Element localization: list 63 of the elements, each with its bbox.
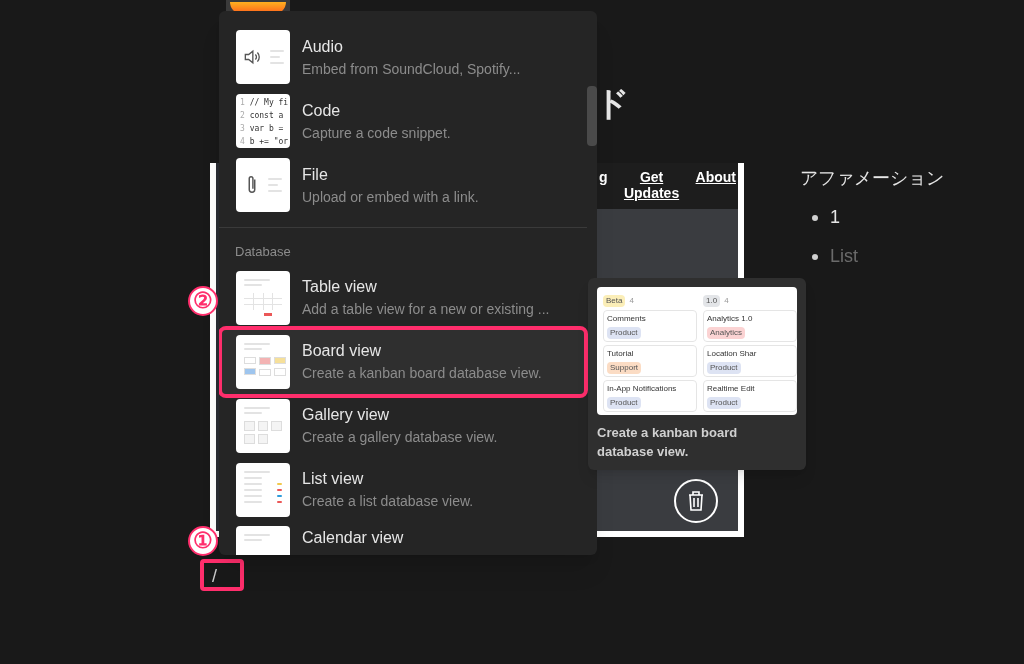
table-thumbnail — [236, 270, 290, 325]
menu-item-title: Calendar view — [302, 527, 404, 548]
slash-input[interactable]: / — [200, 559, 244, 591]
menu-item-title: List view — [302, 469, 365, 489]
card-tag: Product — [607, 397, 641, 409]
nav-link[interactable]: Get Updates — [617, 169, 686, 201]
card-tag: Support — [607, 362, 642, 374]
menu-item-title: File — [302, 164, 329, 185]
menu-item-description: Upload or embed with a link. — [302, 187, 479, 207]
menu-item[interactable]: List view Create a list database view. — [222, 457, 584, 522]
section-label: Database — [234, 243, 292, 261]
menu-item-description: Create a list database view. — [302, 492, 474, 511]
nav-link[interactable]: About — [695, 169, 736, 185]
menu-item-description: Capture a code snippet. — [302, 123, 451, 143]
menu-item-title: Gallery view — [302, 405, 391, 425]
section-heading: アファメーション — [800, 167, 944, 190]
bullet-text: 1 — [830, 206, 840, 229]
card-tag: Analytics — [707, 327, 745, 339]
scrollbar-thumb[interactable] — [587, 86, 597, 146]
menu-item[interactable]: File Upload or embed with a link. — [222, 153, 584, 217]
file-thumbnail — [236, 158, 290, 212]
trash-icon — [687, 490, 705, 512]
menu-item-title: Audio — [302, 36, 344, 57]
step-number-marker: ② — [188, 286, 218, 316]
menu-item-description: Create a kanban board database view. — [302, 364, 542, 383]
gallery-thumbnail — [236, 398, 290, 453]
card-tag: Product — [707, 397, 741, 409]
tooltip-description: Create a kanban board database view. — [597, 424, 739, 461]
board-thumbnail — [236, 334, 290, 389]
card-tag: Product — [707, 362, 741, 374]
column-count: 4 — [629, 295, 634, 307]
menu-item-title: Code — [302, 100, 342, 121]
menu-item[interactable]: Audio Embed from SoundCloud, Spotify... — [222, 25, 584, 89]
column-tag: 1.0 — [703, 295, 721, 307]
code-line: 2 const a — [240, 111, 285, 121]
card-title: Analytics 1.0 — [707, 313, 754, 325]
page-title: ド — [595, 83, 630, 124]
trash-button[interactable] — [674, 479, 718, 523]
step-number-marker: ① — [188, 526, 218, 556]
menu-item-description: Add a table view for a new or existing ... — [302, 300, 550, 319]
column-count: 4 — [724, 295, 729, 307]
list-thumbnail — [236, 462, 290, 517]
code-line: 1 // My fi — [240, 98, 286, 108]
menu-item-description: Create a gallery database view. — [302, 428, 498, 447]
menu-item-description: Embed from SoundCloud, Spotify... — [302, 59, 521, 79]
menu-item[interactable]: 1 // My fi 2 const a 3 var b = 4 b += "or Code Capture a code snippet. — [222, 89, 584, 153]
nav-link[interactable]: g — [599, 169, 608, 185]
card-title: Tutorial — [607, 348, 635, 360]
code-line: 4 b += "or — [240, 137, 286, 147]
menu-item-title: Board view — [302, 341, 383, 361]
card-title: Realtime Edit — [707, 383, 756, 395]
menu-item-title: Table view — [302, 277, 378, 297]
bullet-text: List — [830, 245, 858, 268]
column-tag: Beta — [603, 295, 626, 307]
card-title: Comments — [607, 313, 647, 325]
card-title: In-App Notifications — [607, 383, 678, 395]
card-title: Location Shar — [707, 348, 758, 360]
card-tag: Product — [607, 327, 641, 339]
audio-thumbnail — [236, 30, 290, 84]
menu-item[interactable]: Table view Add a table view for a new or existing ... — [222, 265, 584, 330]
menu-item[interactable]: Gallery view Create a gallery database view. — [222, 393, 584, 458]
menu-item[interactable]: Calendar view — [222, 521, 584, 555]
code-line: 3 var b = — [240, 124, 285, 134]
